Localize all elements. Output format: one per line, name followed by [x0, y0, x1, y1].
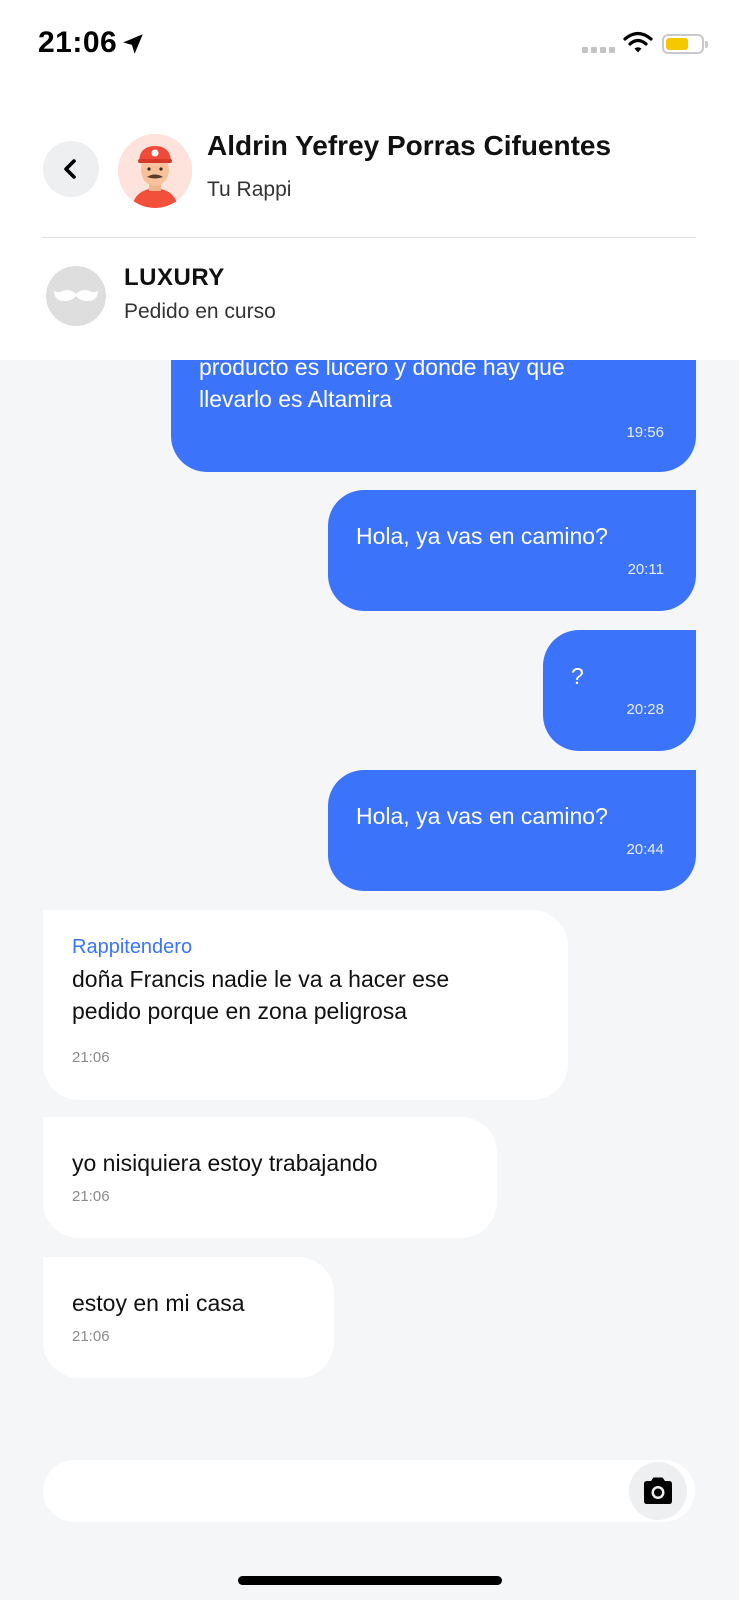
divider	[42, 237, 696, 238]
message-text: estoy en mi casa	[72, 1290, 245, 1316]
home-indicator	[238, 1576, 502, 1585]
message-input[interactable]	[43, 1460, 695, 1522]
avatar	[118, 134, 192, 208]
message-time: 21:06	[72, 1188, 110, 1205]
battery-icon	[662, 34, 708, 54]
camera-icon	[644, 1477, 672, 1504]
message-text: pedido porque en zona peligrosa	[72, 998, 408, 1024]
message-bubble-received[interactable]: Rappitendero doña Francis nadie le va a …	[43, 910, 568, 1100]
message-time: 21:06	[72, 1328, 110, 1345]
message-time: 21:06	[72, 1049, 110, 1066]
message-text: Hola, ya vas en camino?	[356, 523, 608, 549]
cellular-signal-icon	[582, 47, 615, 53]
message-bubble-sent[interactable]: producto es lucero y donde hay que lleva…	[171, 360, 696, 472]
sender-label: Rappitendero	[72, 936, 193, 958]
message-bubble-received[interactable]: yo nisiquiera estoy trabajando 21:06	[43, 1117, 497, 1238]
message-time: 20:44	[626, 841, 664, 858]
location-arrow-icon	[123, 34, 143, 54]
store-name: LUXURY	[124, 264, 225, 291]
mustache-icon	[54, 290, 98, 301]
chat-header: Aldrin Yefrey Porras Cifuentes Tu Rappi …	[0, 90, 739, 360]
wifi-icon	[623, 31, 653, 53]
message-bubble-sent[interactable]: Hola, ya vas en camino? 20:11	[328, 490, 696, 611]
camera-button[interactable]	[629, 1462, 687, 1520]
message-time: 20:28	[626, 701, 664, 718]
message-text: doña Francis nadie le va a hacer ese	[72, 966, 450, 992]
message-time: 19:56	[626, 424, 664, 441]
message-text: llevarlo es Altamira	[199, 386, 393, 412]
message-bubble-sent[interactable]: Hola, ya vas en camino? 20:44	[328, 770, 696, 891]
back-button[interactable]	[43, 141, 99, 197]
courier-avatar-icon	[118, 134, 192, 208]
chevron-left-icon	[64, 159, 76, 179]
store-logo	[46, 266, 106, 326]
contact-subtitle: Tu Rappi	[207, 178, 292, 201]
message-text: ?	[571, 663, 584, 689]
contact-name: Aldrin Yefrey Porras Cifuentes	[207, 130, 612, 161]
message-bubble-sent[interactable]: ? 20:28	[543, 630, 696, 751]
message-bubble-received[interactable]: estoy en mi casa 21:06	[43, 1257, 334, 1378]
message-time: 20:11	[627, 561, 664, 578]
status-time: 21:06	[38, 26, 118, 59]
message-list[interactable]: producto es lucero y donde hay que lleva…	[0, 360, 739, 1450]
message-text: producto es lucero y donde hay que	[199, 360, 565, 380]
message-text: yo nisiquiera estoy trabajando	[72, 1150, 378, 1176]
status-bar: 21:06	[0, 0, 739, 90]
message-text: Hola, ya vas en camino?	[356, 803, 608, 829]
order-status: Pedido en curso	[124, 300, 276, 323]
